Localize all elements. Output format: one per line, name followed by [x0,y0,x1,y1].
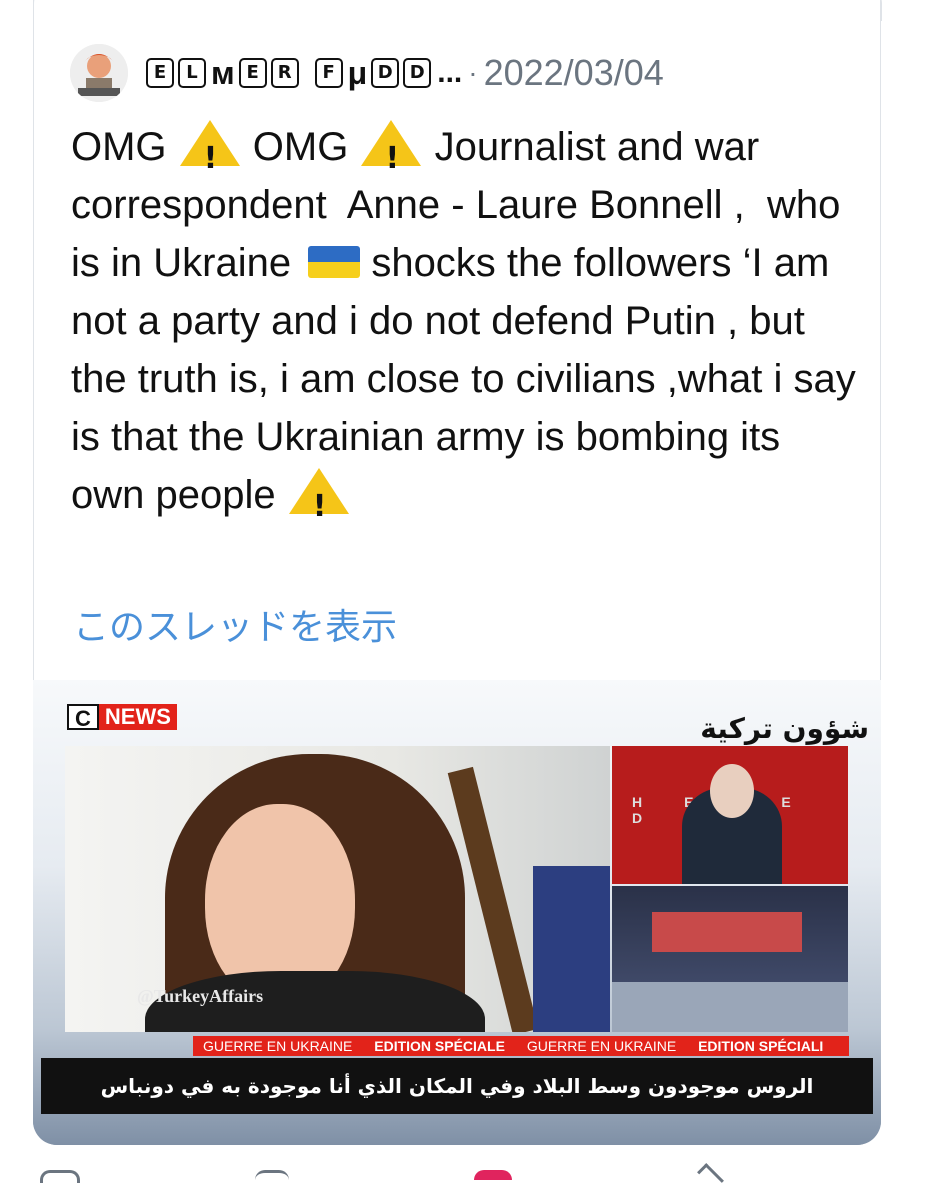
main-video-frame: @TurkeyAffairs [65,746,610,1032]
ticker-item: EDITION SPÉCIALE [374,1038,505,1054]
author-name-char: D [371,58,400,88]
tweet-actions-bar [0,1160,930,1190]
ticker-item: EDITION SPÉCIALI [698,1038,824,1054]
cnews-logo-c: C [67,704,99,731]
header-separator: · [468,57,478,88]
tweet-text-part: OMG [71,125,178,169]
news-ticker: GUERRE EN UKRAINE EDITION SPÉCIALE GUERR… [193,1036,849,1056]
warning-icon [179,120,240,188]
like-icon[interactable] [474,1170,512,1180]
author-name-char: E [146,58,174,88]
tweet-header: E L ᴍ E R F μ D D ... · 2022/03/04 [146,48,664,98]
author-name-char: F [314,58,343,88]
studio-screen [652,912,802,952]
video-watermark: @TurkeyAffairs [137,986,264,1006]
author-name-char: L [178,58,206,88]
author-name-char: μ [347,54,368,91]
author-name-char: ᴍ [211,54,235,91]
author-name-ellipsis: ... [437,56,463,89]
author-name-char: D [403,58,432,88]
cnews-logo-news: NEWS [98,704,177,730]
studio-video-top: HE E D [612,746,848,884]
warning-icon [361,120,422,188]
video-subtitle: الروس موجودون وسط البلاد وفي المكان الذي… [41,1058,873,1114]
tweet-media-video[interactable]: C NEWS شؤون تركية @TurkeyAffairs HE E D … [33,680,881,1145]
avatar-image [70,44,128,102]
avatar[interactable] [70,44,128,102]
anchor-head [710,764,754,818]
studio-desk [612,982,848,1032]
channel-watermark-logo: شؤون تركية [700,712,869,745]
ticker-item: GUERRE EN UKRAINE [526,1038,677,1054]
tweet-date[interactable]: 2022/03/04 [484,52,664,94]
cnews-logo: C NEWS [67,704,177,731]
studio-video-bottom [612,886,848,1032]
video-blue-panel [533,866,610,1032]
tweet-text: OMG OMG Journalist and war correspondent… [71,118,861,536]
warning-icon [288,468,349,536]
ukraine-flag-icon [308,246,361,278]
show-thread-link[interactable]: このスレッドを表示 [73,598,397,650]
author-name-char: E [238,58,267,88]
author-name[interactable]: E L ᴍ E R F μ D D ... [146,55,462,92]
ticker-item: GUERRE EN UKRAINE [203,1038,353,1054]
author-name-char: R [270,58,299,88]
tweet-text-part: OMG [241,125,360,169]
